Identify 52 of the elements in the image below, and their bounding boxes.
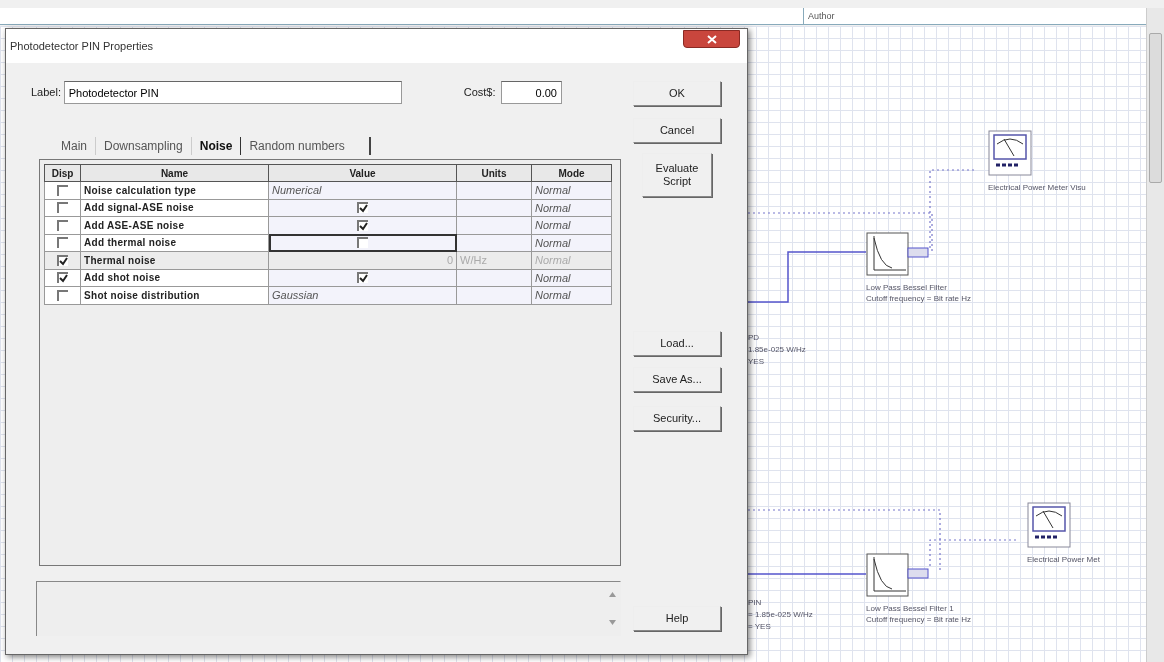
- dialog-button[interactable]: OK: [633, 81, 721, 106]
- column-header: Units: [456, 164, 532, 182]
- checkbox[interactable]: [357, 272, 368, 284]
- field-label: Cost$:: [463, 85, 496, 101]
- dialog-button[interactable]: Evaluate Script: [642, 153, 712, 197]
- checkbox[interactable]: [57, 202, 68, 214]
- tab[interactable]: Noise: [191, 137, 242, 155]
- component-label: Electrical Power Met: [1027, 554, 1100, 565]
- label-field[interactable]: Photodetector PIN: [63, 81, 402, 104]
- dialog-button[interactable]: Save As...: [633, 367, 721, 392]
- parameter-text: PD: [748, 332, 761, 344]
- filter-icon: [866, 232, 930, 276]
- help-button[interactable]: Help: [633, 606, 721, 631]
- component-label: Low Pass Bessel Filter 1: [866, 603, 955, 614]
- checkbox[interactable]: [357, 219, 368, 231]
- column-header: Value: [268, 164, 457, 182]
- parameter-text: YES: [748, 356, 765, 368]
- cost-field[interactable]: 0.00: [501, 81, 562, 104]
- scroll-up-icon: [609, 592, 616, 597]
- checkbox[interactable]: [357, 237, 368, 249]
- dialog-button[interactable]: Load...: [633, 331, 721, 356]
- component-label: Low Pass Bessel Filter: [866, 282, 948, 293]
- checkbox[interactable]: [57, 272, 68, 284]
- window-title: Photodetector PIN Properties: [10, 38, 154, 54]
- tab[interactable]: Random numbers: [241, 137, 371, 155]
- parameter-text: PIN: [748, 597, 763, 609]
- component-label: Electrical Power Meter Visu: [988, 182, 1086, 193]
- column-header: Disp: [44, 164, 81, 182]
- column-header: Mode: [531, 164, 612, 182]
- component-label: Cutoff frequency = Bit rate Hz: [866, 614, 971, 625]
- scroll-thumb[interactable]: [1149, 33, 1162, 183]
- parameter-text: = YES: [748, 621, 772, 633]
- parameter-text: = 1.85e-025 W/Hz: [748, 609, 813, 621]
- column-header: Name: [80, 164, 269, 182]
- checkbox[interactable]: [57, 289, 68, 301]
- component-label: Cutoff frequency = Bit rate Hz: [866, 293, 971, 304]
- scroll-down-icon: [609, 620, 616, 625]
- checkbox[interactable]: [357, 202, 368, 214]
- checkbox[interactable]: [57, 237, 68, 249]
- power-meter-icon: [1027, 502, 1071, 548]
- dialog-button[interactable]: Cancel: [633, 118, 721, 143]
- field-label: Label:: [31, 85, 61, 101]
- filter-icon: [866, 553, 930, 597]
- close-icon: [706, 34, 717, 44]
- power-meter-icon: [988, 130, 1032, 176]
- checkbox[interactable]: [57, 184, 68, 196]
- close-button[interactable]: [683, 30, 740, 48]
- checkbox[interactable]: [57, 219, 68, 231]
- dialog-button[interactable]: Security...: [633, 406, 721, 431]
- tab[interactable]: Downsampling: [96, 137, 192, 155]
- scrollbar[interactable]: [1146, 8, 1164, 662]
- tab[interactable]: Main: [53, 137, 96, 155]
